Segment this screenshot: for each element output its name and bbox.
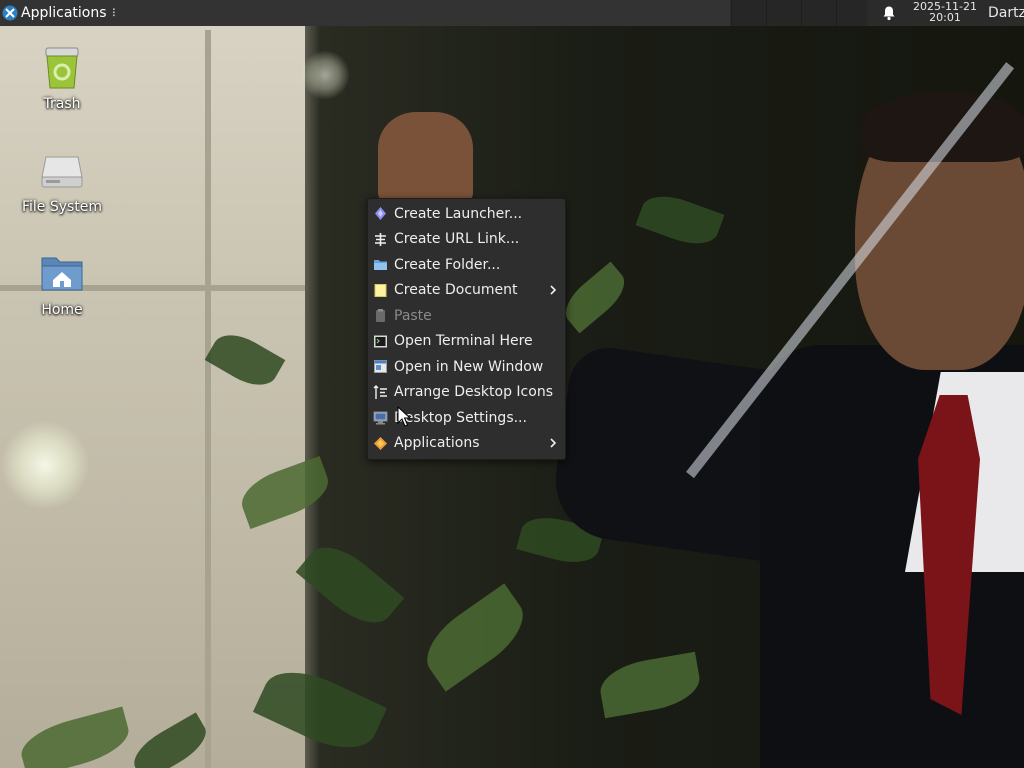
desktop-icon-label: Home [41, 302, 83, 318]
top-panel: Applications ⠇ 2025-11-21 20:01 Dartz [0, 0, 1024, 26]
launcher-icon [375, 207, 386, 220]
menu-item-label: Arrange Desktop Icons [394, 384, 553, 401]
menu-item-label: Create Folder... [394, 256, 501, 273]
menu-item-create-url-link[interactable]: Create URL Link... [368, 227, 565, 253]
clock-time: 20:01 [929, 11, 961, 24]
wallpaper-figure-hand [378, 112, 473, 202]
menu-item-label: Create Launcher... [394, 205, 523, 222]
menu-item-label: Create Document [394, 282, 518, 299]
terminal-icon [374, 335, 387, 347]
wallpaper-leaf [635, 187, 725, 253]
workspace-switcher-2[interactable] [766, 0, 801, 26]
drive-icon [38, 147, 86, 195]
menu-item-label: Applications [394, 435, 480, 452]
home-folder-icon [38, 250, 86, 298]
desktop-icon-home[interactable]: Home [7, 250, 117, 318]
applications-menu-label: Applications [21, 5, 107, 21]
chevron-right-icon [550, 437, 557, 448]
desktop-icon-label: File System [21, 199, 103, 215]
menu-item-label: Open Terminal Here [394, 333, 533, 350]
menu-item-create-folder[interactable]: Create Folder... [368, 252, 565, 278]
desktop-icon-label: Trash [43, 96, 81, 112]
panel-clock[interactable]: 2025-11-21 20:01 [906, 1, 984, 23]
document-icon [374, 283, 387, 297]
paste-icon [376, 309, 385, 322]
wallpaper-leaf [414, 583, 536, 692]
menu-item-create-launcher[interactable]: Create Launcher... [368, 201, 565, 227]
workspace-switcher-1[interactable] [731, 0, 766, 26]
menu-item-open-terminal-here[interactable]: Open Terminal Here [368, 329, 565, 355]
workspace-switcher-3[interactable] [801, 0, 836, 26]
menu-item-paste[interactable]: Paste [368, 303, 565, 329]
menu-item-create-document[interactable]: Create Document [368, 278, 565, 304]
wallpaper-light [300, 50, 350, 100]
xfce-logo-icon [2, 5, 18, 21]
applications-icon [374, 436, 387, 450]
applications-menu-button[interactable]: Applications ⠇ [2, 2, 120, 24]
wallpaper-leaf [596, 651, 704, 719]
menu-item-label: Open in New Window [394, 358, 544, 375]
panel-user-name[interactable]: Dartz [988, 5, 1024, 21]
arrange-icon [373, 384, 387, 399]
desktop-icon-file-system[interactable]: File System [7, 147, 117, 215]
folder-icon [374, 260, 387, 270]
menu-item-applications[interactable]: Applications [368, 431, 565, 457]
window-icon [374, 360, 387, 373]
trash-icon [38, 44, 86, 92]
bell-icon[interactable] [881, 5, 897, 21]
chevron-right-icon [550, 284, 557, 295]
desktop-settings-icon [373, 411, 388, 425]
menu-item-label: Desktop Settings... [394, 409, 527, 426]
wallpaper-leaf [295, 533, 405, 637]
panel-grip-icon: ⠇ [111, 6, 120, 20]
menu-item-label: Paste [394, 307, 432, 324]
workspace-switcher-4[interactable] [836, 0, 867, 26]
wallpaper-wall-line [205, 30, 211, 768]
mouse-pointer-icon [397, 406, 411, 427]
wallpaper-leaf [556, 261, 634, 334]
menu-item-label: Create URL Link... [394, 231, 520, 248]
desktop-icon-trash[interactable]: Trash [7, 44, 117, 112]
url-link-icon [375, 232, 386, 246]
menu-item-arrange-desktop-icons[interactable]: Arrange Desktop Icons [368, 380, 565, 406]
wallpaper-light [0, 420, 90, 510]
menu-item-open-in-new-window[interactable]: Open in New Window [368, 354, 565, 380]
